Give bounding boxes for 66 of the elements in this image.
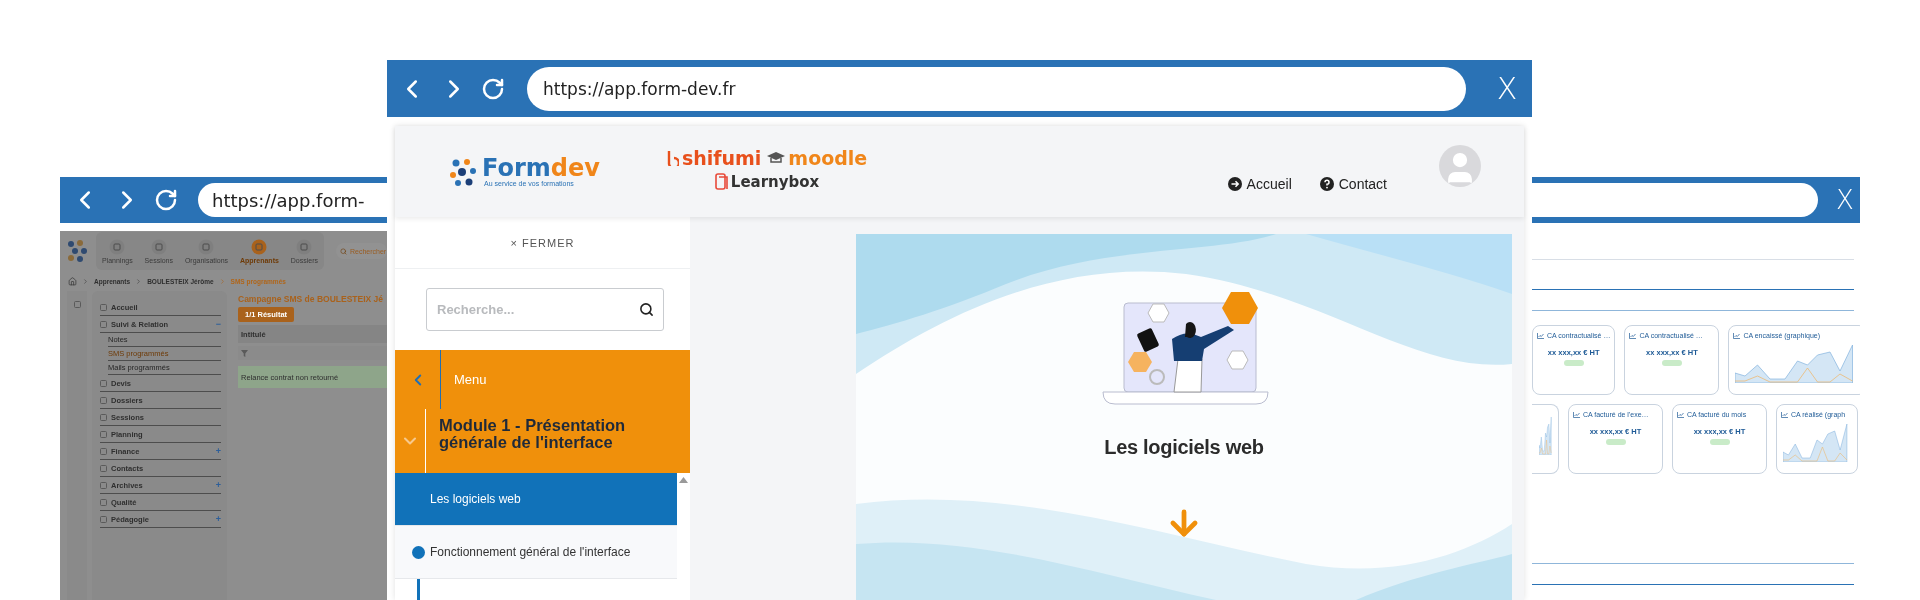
- square-icon: [100, 447, 107, 455]
- partner-logo: moodle: [767, 146, 868, 169]
- search-icon[interactable]: [639, 302, 654, 317]
- square-icon: [100, 515, 107, 523]
- chevron-icon: [218, 277, 226, 285]
- partner-logo: shifumi: [666, 146, 762, 169]
- square-icon: [100, 413, 107, 421]
- partner-logo: Learnybox: [714, 172, 820, 191]
- lesson-item[interactable]: Les logiciels web: [395, 473, 677, 526]
- address-bar[interactable]: https://app.form-: [198, 183, 387, 217]
- square-icon: [100, 430, 107, 438]
- reload-icon[interactable]: [154, 188, 178, 212]
- square-icon: [100, 481, 107, 489]
- address-bar[interactable]: https://app.form-dev.fr: [527, 66, 1466, 111]
- circle-icon: [296, 238, 313, 255]
- square-icon: [100, 303, 107, 311]
- square-icon: [100, 498, 107, 506]
- swirl-icon: [666, 149, 679, 166]
- slide-title: Les logiciels web: [1104, 436, 1264, 459]
- circle-icon: [109, 238, 126, 255]
- nav-link[interactable]: Contact: [1319, 175, 1387, 192]
- nav-link[interactable]: Accueil: [1227, 175, 1292, 192]
- square-icon: [100, 464, 107, 472]
- line-chart-icon: [1537, 332, 1544, 339]
- avatar[interactable]: [1439, 144, 1481, 187]
- reload-icon[interactable]: [481, 76, 505, 101]
- help-icon: [1319, 176, 1334, 191]
- line-chart-icon: [1677, 411, 1684, 418]
- square-icon: [100, 396, 107, 404]
- sparkline-chart: [1783, 422, 1851, 462]
- close-button[interactable]: X: [1830, 185, 1860, 215]
- line-chart-icon: [1781, 411, 1788, 418]
- line-chart-icon: [1629, 332, 1637, 339]
- scroll-up-icon[interactable]: [679, 477, 688, 483]
- trend-badge: [1605, 439, 1626, 445]
- stat-card[interactable]: [1532, 404, 1559, 474]
- trend-badge: [1563, 360, 1584, 366]
- chevron-icon: [135, 277, 143, 285]
- chevron-icon: [82, 277, 89, 285]
- search-field[interactable]: Recherche...: [426, 288, 664, 331]
- square-icon: [73, 301, 81, 308]
- module-row[interactable]: Module 1 - Présentation générale de l'interface: [395, 409, 690, 473]
- circle-icon: [198, 238, 215, 255]
- menu-row[interactable]: Menu: [395, 350, 690, 409]
- brand-name: Formdev: [482, 156, 600, 180]
- line-chart-icon: [1733, 332, 1741, 339]
- square-icon: [100, 379, 107, 387]
- search-icon: [340, 247, 347, 255]
- timeline-dot: [412, 545, 425, 559]
- line-chart-icon: [1573, 411, 1580, 418]
- close-button[interactable]: X: [1492, 71, 1522, 106]
- lesson-item[interactable]: Fonctionnement général de l'interface: [395, 526, 677, 579]
- trend-badge: [1661, 360, 1682, 366]
- trend-badge: [1709, 439, 1730, 445]
- square-icon: [100, 320, 107, 328]
- circle-icon: [251, 238, 268, 255]
- graduation-cap-icon: [767, 151, 786, 164]
- molecule-icon: [448, 156, 478, 187]
- circle-icon: [150, 238, 167, 255]
- book-icon: [714, 173, 728, 190]
- home-icon[interactable]: [68, 276, 77, 286]
- sparkline-chart: [1538, 415, 1552, 455]
- page-title: Campagne SMS de BOULESTEIX Jé: [238, 294, 384, 304]
- arrow-right-circle-icon: [1227, 176, 1242, 191]
- logo-icon: [66, 239, 88, 263]
- filter-icon[interactable]: [241, 349, 248, 357]
